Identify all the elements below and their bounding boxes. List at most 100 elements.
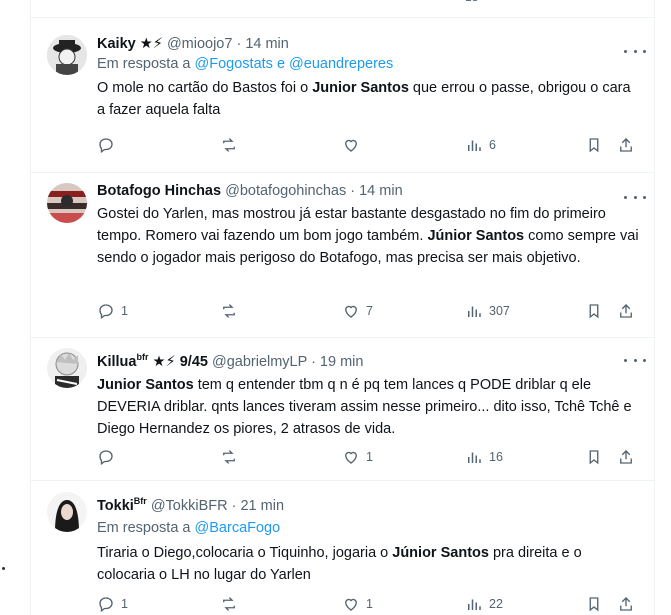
bookmark-button[interactable] [585,300,603,322]
reply-prefix: Em resposta a [97,519,191,536]
views-count: 16 [489,450,503,464]
reply-context: Em resposta a @BarcaFogo [97,518,642,538]
reply-context: Em resposta a @Fogostats e @euandreperes [97,54,642,74]
text-highlight: Junior Santos [312,80,409,96]
display-name-suffix: ★⚡ 9/45 [152,353,208,370]
reply-button[interactable] [97,446,121,468]
avatar[interactable] [47,35,87,75]
views-count: 6 [489,138,496,152]
action-bar: 1 16 [97,446,649,468]
like-button[interactable] [342,134,366,156]
more-icon[interactable] [624,43,646,59]
timestamp[interactable]: · 14 min [236,36,288,52]
reply-prefix: Em resposta a [97,56,191,72]
more-icon[interactable] [624,352,646,368]
action-bar: 1 7 307 [97,300,649,322]
previous-tweet-fragment: 18 [31,0,654,18]
views-button[interactable]: 307 [465,300,510,322]
repost-icon [223,304,235,318]
tweet-header: Botafogo Hinchas @botafogohinchas · 14 m… [97,181,642,201]
display-name[interactable]: Botafogo Hinchas [97,183,221,199]
tweet-header: TokkiBfr @TokkiBFR · 21 min [97,491,642,516]
reply-count: 1 [121,304,128,318]
display-name[interactable]: Killua [97,354,136,370]
stray-dot [2,567,5,570]
reply-to-link[interactable]: @BarcaFogo [195,520,281,536]
handle[interactable]: @mioojo7 [167,36,233,52]
share-button[interactable] [617,593,635,615]
reply-count: 1 [121,597,128,611]
name-badge: Bfr [133,496,147,506]
tweet[interactable]: TokkiBfr @TokkiBFR · 21 min Em resposta … [31,481,654,615]
views-button[interactable]: 16 [465,446,503,468]
reply-to-link[interactable]: @Fogostats e @euandreperes [195,56,394,72]
timeline: 18 Kaiky ★⚡ @mioojo7 · 14 min Em respost… [30,0,655,615]
display-name[interactable]: Tokki [97,498,134,514]
handle[interactable]: @gabrielmyLP [212,354,307,370]
share-button[interactable] [617,134,635,156]
repost-button[interactable] [220,593,244,615]
views-icon [468,140,481,151]
like-icon [345,598,357,611]
timestamp[interactable]: · 21 min [232,498,284,514]
tweet-text: Junior Santos tem q entender tbm q n é p… [97,374,642,440]
repost-button[interactable] [220,300,244,322]
bookmark-icon [589,304,599,319]
views-button[interactable]: 22 [465,593,503,615]
repost-button[interactable] [220,446,244,468]
text-part: O mole no cartão do Bastos foi o [97,80,313,96]
tweet-body: Killuabfr ★⚡ 9/45 @gabrielmyLP · 19 min … [97,347,642,440]
reply-icon [99,450,113,466]
views-count: 22 [489,597,503,611]
like-count: 7 [366,304,373,318]
timestamp[interactable]: · 14 min [350,183,402,199]
tweet-body: Kaiky ★⚡ @mioojo7 · 14 min Em resposta a… [97,34,642,121]
views-count: 18 [465,0,478,4]
reply-button[interactable]: 1 [97,300,128,322]
repost-icon [223,597,235,611]
bookmark-button[interactable] [585,134,603,156]
handle[interactable]: @botafogohinchas [225,183,346,199]
repost-button[interactable] [220,134,244,156]
tweet-header: Killuabfr ★⚡ 9/45 @gabrielmyLP · 19 min [97,347,642,372]
like-button[interactable]: 7 [342,300,373,322]
tweet-text: Tiraria o Diego,colocaria o Tiquinho, jo… [97,542,642,586]
avatar[interactable] [47,492,87,532]
display-name[interactable]: Kaiky ★⚡ [97,36,163,52]
share-icon [620,138,632,152]
share-button[interactable] [617,446,635,468]
views-button[interactable]: 6 [465,134,496,156]
reply-button[interactable]: 1 [97,593,128,615]
like-icon [345,305,357,318]
like-button[interactable]: 1 [342,593,373,615]
reply-button[interactable] [97,134,121,156]
bookmark-icon [589,597,599,612]
tweet[interactable]: Killuabfr ★⚡ 9/45 @gabrielmyLP · 19 min … [31,338,654,481]
avatar[interactable] [47,183,87,223]
bookmark-button[interactable] [585,593,603,615]
like-button[interactable]: 1 [342,446,373,468]
text-highlight: Júnior Santos [392,544,489,561]
previous-actions: 18 [97,0,649,6]
tweet[interactable]: Kaiky ★⚡ @mioojo7 · 14 min Em resposta a… [31,18,654,173]
share-icon [620,304,632,318]
reply-icon [99,304,113,320]
share-button[interactable] [617,300,635,322]
tweet-text: Gostei do Yarlen, mas mostrou já estar b… [97,203,642,269]
bookmark-icon [589,138,599,153]
name-badge: bfr [136,352,149,362]
bookmark-button[interactable] [585,446,603,468]
reply-icon [99,597,113,613]
timestamp[interactable]: · 19 min [311,354,363,370]
handle[interactable]: @TokkiBFR [151,498,228,514]
more-icon[interactable] [624,189,646,205]
avatar[interactable] [47,348,87,388]
tweet-body: Botafogo Hinchas @botafogohinchas · 14 m… [97,181,642,269]
tweet[interactable]: Botafogo Hinchas @botafogohinchas · 14 m… [31,173,654,338]
repost-icon [223,138,235,152]
text-part: Tiraria o Diego,colocaria o Tiquinho, jo… [97,544,393,561]
like-count: 1 [366,597,373,611]
action-bar: 1 1 22 [97,593,649,615]
action-bar: 6 [97,134,649,156]
views-icon [468,452,481,463]
